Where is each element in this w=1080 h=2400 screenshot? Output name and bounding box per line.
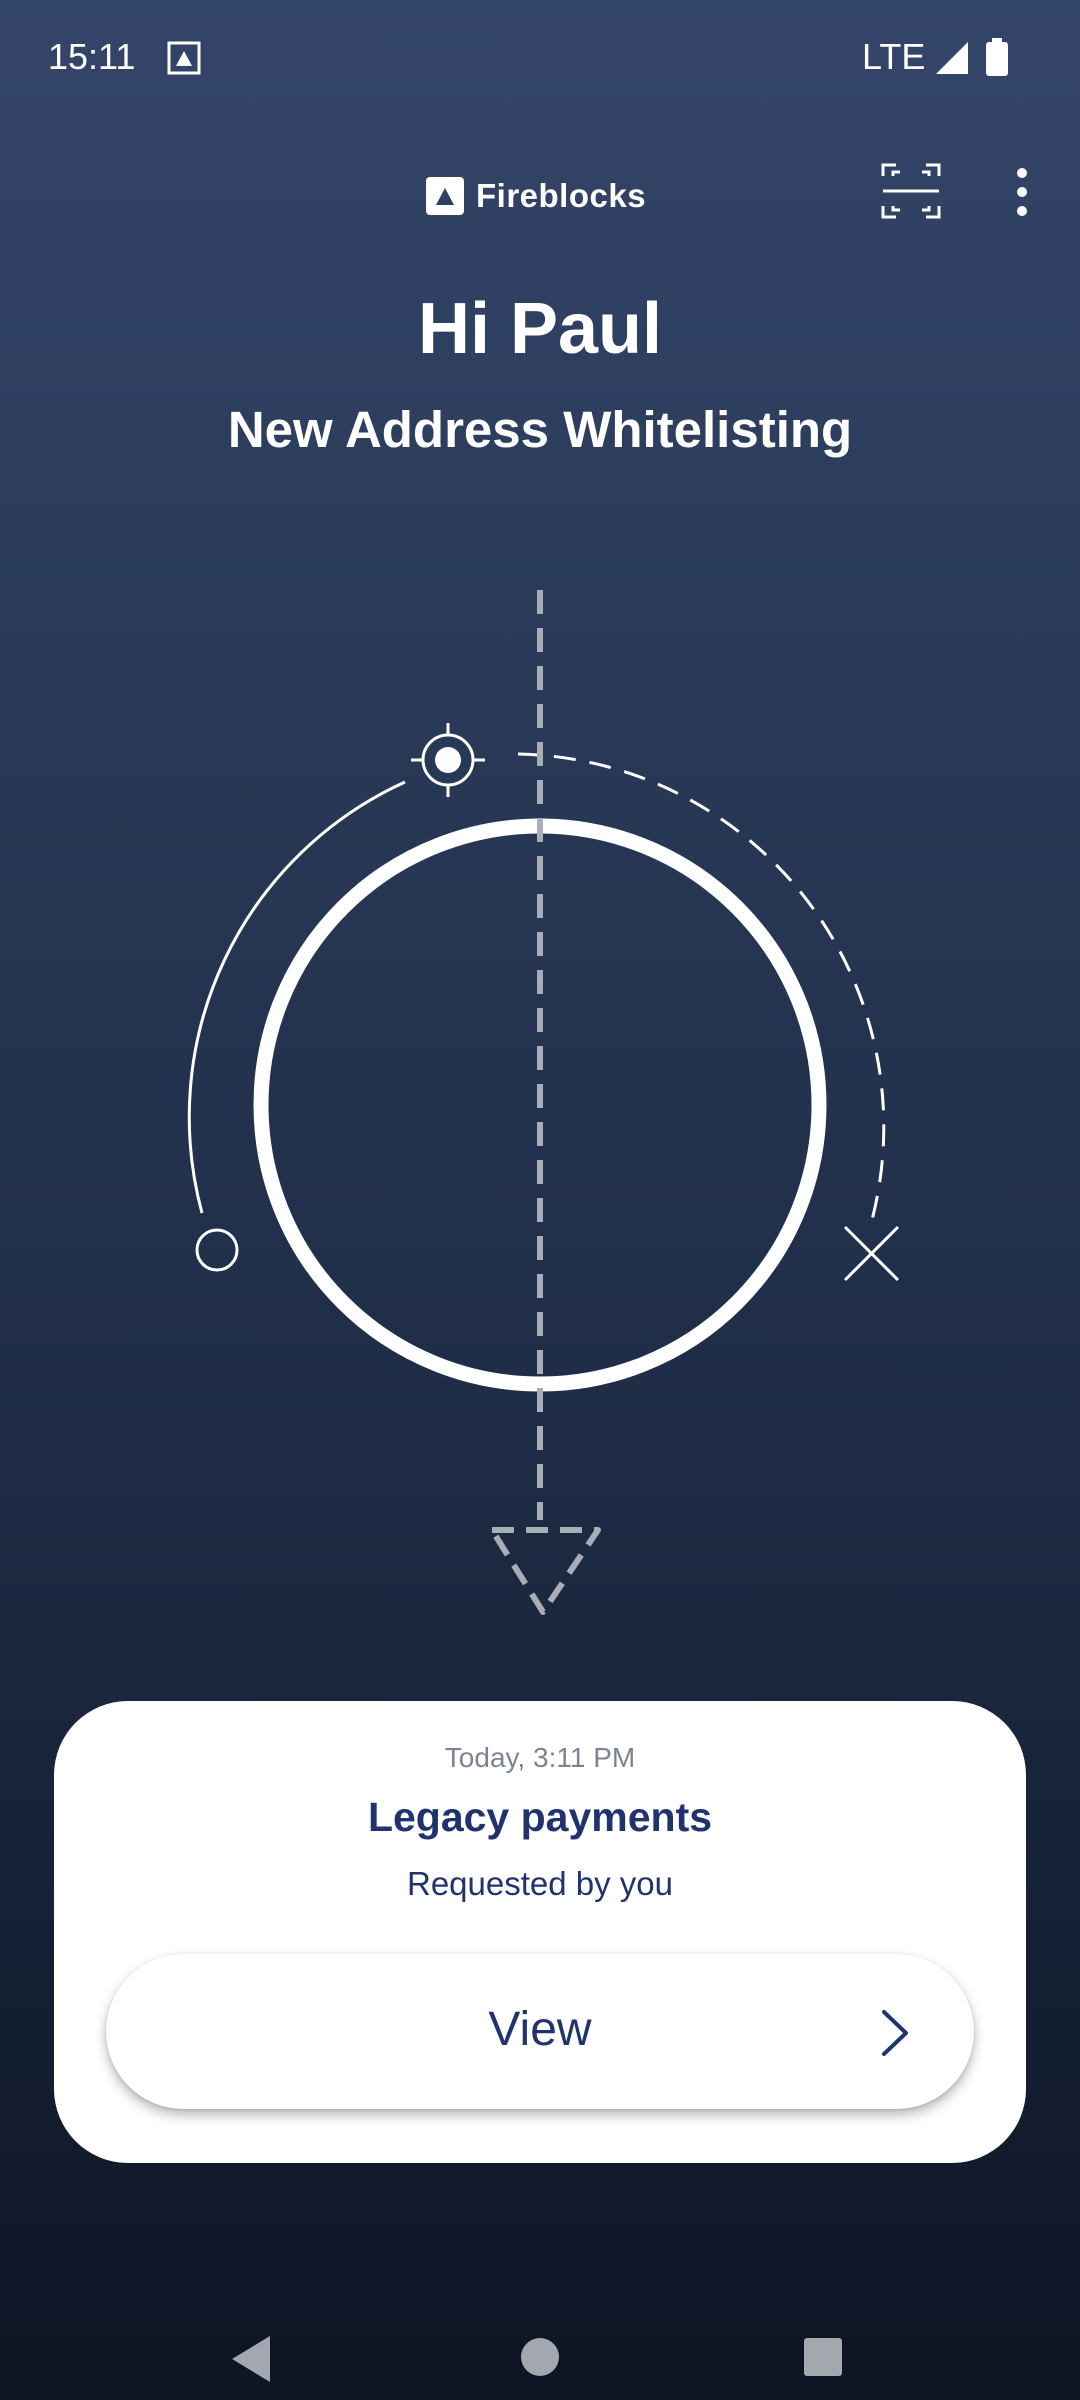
recents-icon[interactable] bbox=[803, 2337, 843, 2377]
request-card: Today, 3:11 PM Legacy payments Requested… bbox=[54, 1701, 1026, 2163]
start-node bbox=[195, 1228, 239, 1272]
home-icon[interactable] bbox=[520, 2337, 560, 2377]
chevron-right-icon bbox=[882, 2010, 908, 2056]
battery-icon bbox=[986, 38, 1008, 76]
request-date: Today, 3:11 PM bbox=[444, 1742, 636, 1773]
brand-logo: Fireblocks bbox=[426, 175, 646, 217]
back-icon[interactable] bbox=[230, 2334, 274, 2384]
request-title: Legacy payments bbox=[367, 1794, 713, 1840]
whitelisting-illustration bbox=[187, 590, 900, 1615]
system-nav-bar bbox=[0, 2260, 1080, 2400]
network-type: LTE bbox=[862, 36, 926, 77]
crosshair-icon bbox=[411, 723, 485, 797]
more-vert-icon[interactable] bbox=[1004, 166, 1040, 218]
status-bar: 15:11 LTE bbox=[0, 0, 1080, 120]
greeting-title: Hi Paul bbox=[417, 289, 663, 369]
brand-name: Fireblocks bbox=[476, 177, 647, 214]
cross-icon bbox=[843, 1225, 900, 1282]
requested-by: Requested by you bbox=[406, 1865, 673, 1902]
scan-icon[interactable] bbox=[880, 162, 942, 220]
solid-arc bbox=[187, 780, 406, 1214]
page-subtitle: New Address Whitelisting bbox=[227, 401, 853, 458]
view-button-label: View bbox=[488, 2003, 592, 2056]
signal-icon bbox=[936, 42, 968, 74]
fireblocks-logo-icon bbox=[426, 177, 464, 215]
view-button[interactable]: View bbox=[106, 1954, 974, 2109]
picture-icon bbox=[167, 41, 201, 75]
dashed-arrow bbox=[489, 1527, 601, 1615]
status-time: 15:11 bbox=[48, 36, 136, 77]
